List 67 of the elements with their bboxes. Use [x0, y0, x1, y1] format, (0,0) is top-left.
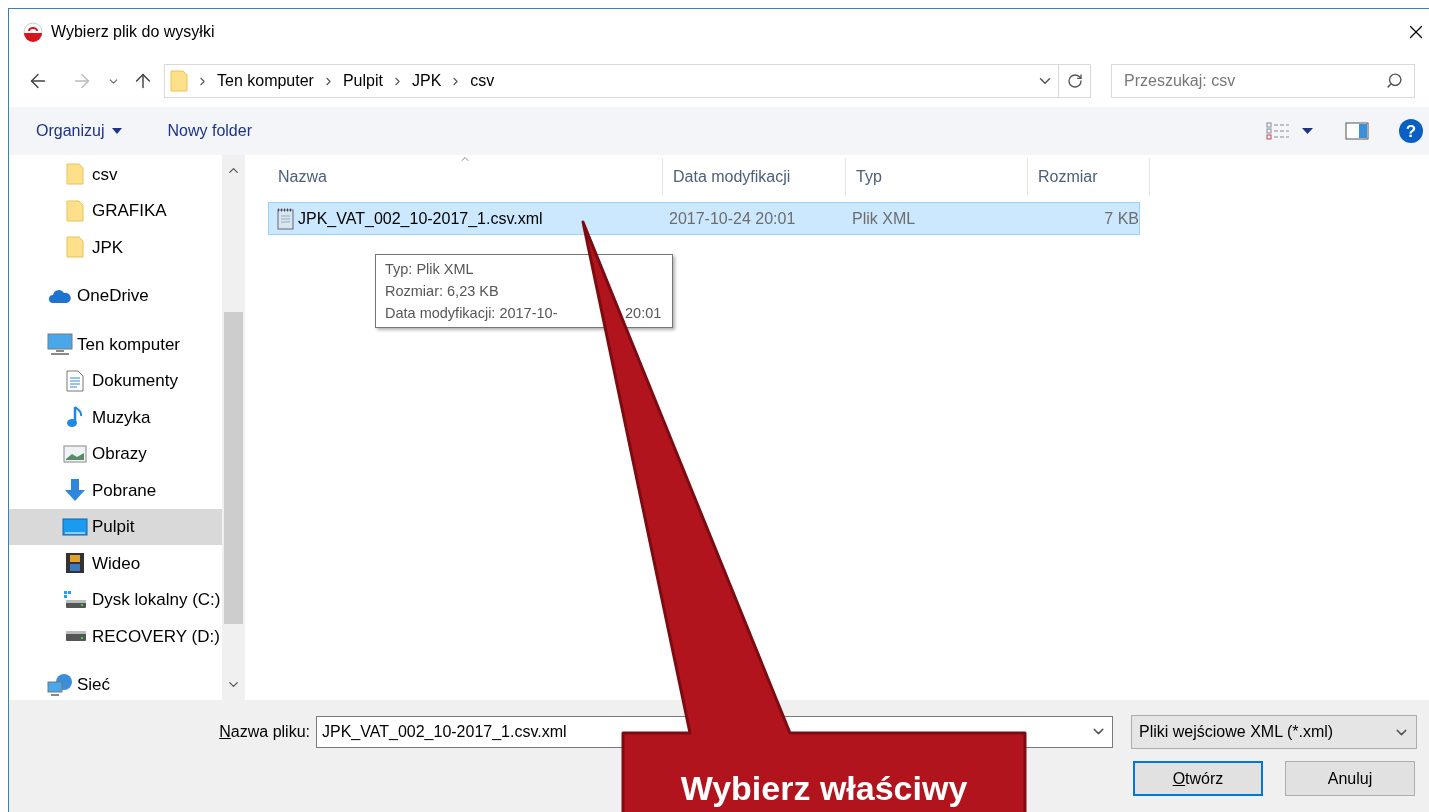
breadcrumb-item[interactable]: csv	[470, 69, 495, 93]
tooltip-text: 20:01	[625, 304, 662, 323]
nav-item[interactable]: OneDrive	[9, 277, 222, 314]
file-type-dropdown[interactable]: Pliki wejściowe XML (*.xml)	[1131, 715, 1417, 749]
breadcrumb-item[interactable]: Ten komputer	[217, 69, 314, 93]
column-header[interactable]: Nazwa	[273, 158, 663, 195]
tooltip-text: Rozmiar: 6,23 KB	[385, 282, 499, 301]
folder-icon	[66, 199, 84, 222]
tooltip-text: Data modyfikacji: 2017-10-	[385, 304, 558, 323]
app-logo-icon	[23, 22, 43, 42]
new-folder-button[interactable]: Nowy folder	[167, 119, 252, 143]
table-cell-text: Plik XML	[851, 208, 917, 229]
nav-item[interactable]: Ten komputer	[9, 326, 222, 363]
nav-item[interactable]: Sieć	[9, 666, 222, 700]
column-header[interactable]: Typ	[846, 158, 1028, 195]
desktop-icon	[62, 517, 88, 536]
film-icon	[65, 552, 85, 575]
refresh-button[interactable]	[1059, 64, 1091, 98]
folder-icon	[170, 70, 188, 92]
document-icon	[66, 369, 84, 392]
caret-icon[interactable]	[1302, 128, 1313, 134]
table-cell-text: 2017-10-24 20:01	[668, 208, 797, 229]
help-icon[interactable]: ?	[1399, 119, 1423, 143]
music-note-icon	[66, 406, 84, 429]
file-row[interactable]: JPK_VAT_002_10-2017_1.csv.xml 2017-10-24 20:01 Plik XML 7 KB	[268, 202, 1140, 235]
network-icon	[47, 672, 73, 697]
window-title: Wybierz plik do wysyłki	[51, 22, 215, 42]
text-file-icon	[276, 207, 294, 230]
nav-item[interactable]: RECOVERY (D:)	[9, 618, 222, 655]
nav-item[interactable]: Dysk lokalny (C:)	[9, 581, 222, 618]
scrollbar[interactable]	[222, 155, 245, 700]
tooltip-text: Typ: Plik XML	[385, 260, 474, 279]
callout-text: Wybierz właściwy	[679, 768, 969, 808]
nav-item[interactable]: Muzyka	[9, 399, 222, 436]
nav-item[interactable]: GRAFIKA	[9, 192, 222, 229]
search-field[interactable]: Przeszukaj: csv	[1111, 64, 1415, 98]
cloud-icon	[48, 287, 72, 304]
download-arrow-icon	[64, 478, 86, 503]
drive-icon	[63, 630, 87, 643]
file-name: JPK_VAT_002_10-2017_1.csv.xml	[298, 208, 543, 229]
column-header[interactable]: Rozmiar	[1028, 158, 1150, 195]
column-header[interactable]: Data modyfikacji	[663, 158, 846, 195]
drive-icon	[63, 589, 87, 610]
refresh-icon	[1066, 73, 1083, 89]
scroll-thumb[interactable]	[224, 311, 243, 624]
nav-item[interactable]: Dokumenty	[9, 362, 222, 399]
caret-icon	[112, 128, 123, 134]
monitor-icon	[47, 333, 73, 356]
picture-icon	[63, 444, 87, 463]
search-icon	[1386, 72, 1403, 89]
nav-item[interactable]: Pobrane	[9, 472, 222, 509]
nav-item[interactable]: JPK	[9, 229, 222, 266]
dialog-button[interactable]: Otwórz	[1133, 761, 1263, 796]
nav-item[interactable]: csv	[9, 156, 222, 193]
folder-icon	[66, 163, 84, 186]
folder-icon	[66, 236, 84, 259]
nav-item[interactable]: Obrazy	[9, 435, 222, 472]
nav-item[interactable]: Pulpit	[9, 508, 222, 545]
file-name-label: Nazwa pliku:	[218, 722, 310, 742]
breadcrumb-item[interactable]: JPK	[411, 69, 442, 93]
address-bar[interactable]: Ten komputer Pulpit JPK csv	[164, 64, 1059, 98]
nav-item[interactable]: Wideo	[9, 545, 222, 582]
breadcrumb-item[interactable]: Pulpit	[342, 69, 383, 93]
organize-menu[interactable]: Organizuj	[36, 119, 123, 143]
table-cell-text: 7 KB	[1103, 208, 1139, 229]
preview-pane-icon[interactable]	[1345, 122, 1369, 140]
dialog-button[interactable]: Anuluj	[1285, 761, 1415, 796]
